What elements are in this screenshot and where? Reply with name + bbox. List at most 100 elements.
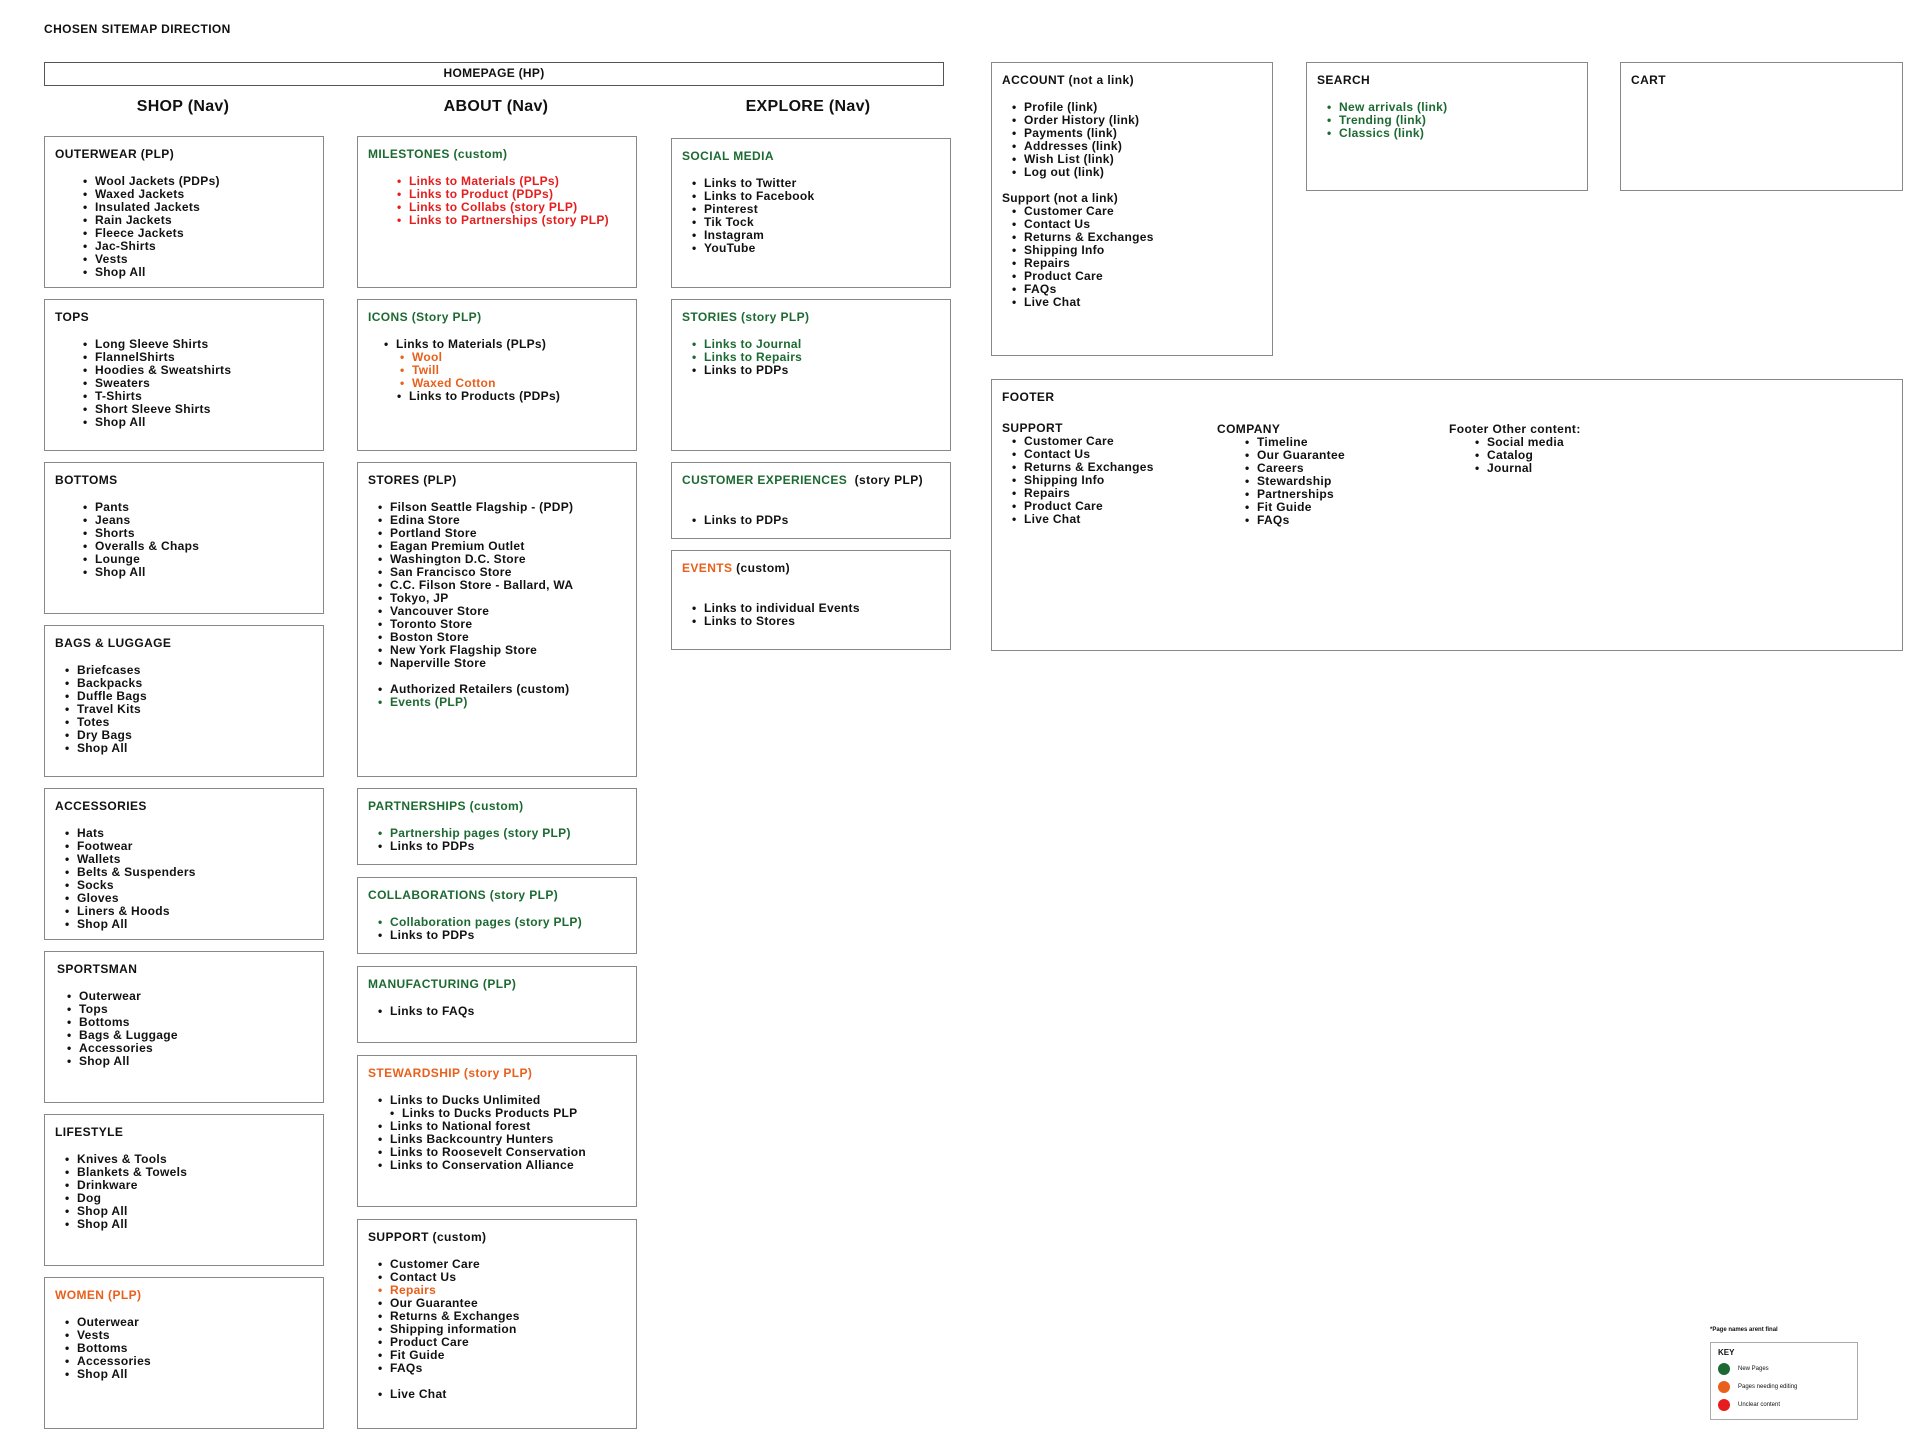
partnerships-item-pdps: Links to PDPs [376, 840, 626, 854]
collaborations-title: COLLABORATIONS (story PLP) [368, 888, 559, 902]
lifestyle-item: Shop All [63, 1218, 313, 1232]
key-label-new-pages: New Pages [1738, 1366, 1769, 1372]
outerwear-title: OUTERWEAR (PLP) [55, 147, 175, 161]
sportsman-title: SPORTSMAN [57, 962, 138, 976]
stories-list: Links to Journal Links to Repairs Links … [690, 338, 940, 378]
stores-list: Filson Seattle Flagship - (PDP)Edina Sto… [376, 501, 626, 671]
outerwear-list: Wool Jackets (PDPs)Waxed JacketsInsulate… [81, 175, 313, 280]
account-support-list: Customer CareContact UsReturns & Exchang… [1010, 205, 1262, 310]
support-item-live-chat: Live Chat [376, 1388, 626, 1402]
milestones-box: MILESTONES (custom) Links to Materials (… [357, 136, 637, 288]
account-support-item: Live Chat [1010, 296, 1262, 310]
search-list: New arrivals (link)Trending (link)Classi… [1325, 101, 1577, 141]
sportsman-item: Shop All [65, 1055, 313, 1069]
tops-title: TOPS [55, 310, 90, 324]
bottoms-box: BOTTOMS PantsJeansShortsOveralls & Chaps… [44, 462, 324, 614]
red-dot-icon [1718, 1399, 1730, 1411]
cart-box: CART [1620, 62, 1903, 191]
sportsman-list: OuterwearTopsBottomsBags & LuggageAccess… [65, 990, 313, 1069]
key-label-unclear: Unclear content [1738, 1402, 1781, 1408]
lifestyle-title: LIFESTYLE [55, 1125, 124, 1139]
bags-title: BAGS & LUGGAGE [55, 636, 172, 650]
events-title-main: EVENTS [682, 561, 733, 575]
support-title: SUPPORT (custom) [368, 1230, 487, 1244]
bottoms-list: PantsJeansShortsOveralls & ChapsLoungeSh… [81, 501, 313, 580]
accessories-box: ACCESSORIES HatsFootwearWalletsBelts & S… [44, 788, 324, 940]
footer-other-item: Journal [1473, 462, 1581, 476]
account-list: Profile (link)Order History (link)Paymen… [1010, 101, 1262, 180]
milestones-title: MILESTONES (custom) [368, 147, 508, 161]
stories-box: STORIES (story PLP) Links to Journal Lin… [671, 299, 951, 451]
events-title-suffix: (custom) [736, 561, 791, 575]
stories-title: STORIES (story PLP) [682, 310, 810, 324]
customer-experiences-box: CUSTOMER EXPERIENCES (story PLP) Links t… [671, 462, 951, 539]
footer-support-section: SUPPORT Customer CareContact UsReturns &… [1002, 422, 1154, 527]
manufacturing-item-faqs: Links to FAQs [376, 1005, 626, 1019]
footer-support-list: Customer CareContact UsReturns & Exchang… [1010, 435, 1154, 527]
women-list: OuterwearVestsBottomsAccessoriesShop All [63, 1316, 313, 1382]
collaborations-list: Collaboration pages (story PLP) Links to… [376, 916, 626, 943]
customer-experiences-title-suffix: (story PLP) [854, 473, 924, 487]
orange-dot-icon [1718, 1381, 1730, 1393]
support-list: Customer Care Contact Us Repairs [376, 1258, 626, 1298]
cart-title: CART [1631, 73, 1666, 87]
footer-company-section: COMPANY TimelineOur GuaranteeCareersStew… [1217, 423, 1345, 528]
page-names-note: *Page names arent final [1710, 1327, 1778, 1333]
key-row-new-pages: New Pages [1718, 1360, 1850, 1378]
key-row-unclear: Unclear content [1718, 1396, 1850, 1414]
bags-list: BriefcasesBackpacksDuffle BagsTravel Kit… [63, 664, 313, 756]
milestones-item: Links to Partnerships (story PLP) [395, 214, 626, 228]
social-item: YouTube [690, 242, 940, 256]
account-item: Log out (link) [1010, 166, 1262, 180]
social-title: SOCIAL MEDIA [682, 149, 774, 163]
bags-item: Shop All [63, 742, 313, 756]
customer-experiences-list: Links to PDPs [690, 514, 940, 528]
account-box: ACCOUNT (not a link) Profile (link)Order… [991, 62, 1273, 356]
key-label-needs-editing: Pages needing editing [1738, 1384, 1798, 1390]
manufacturing-list: Links to FAQs [376, 1005, 626, 1019]
bottoms-item: Shop All [81, 566, 313, 580]
stores-extra-list: Authorized Retailers (custom) Events (PL… [376, 683, 626, 710]
icons-title: ICONS (Story PLP) [368, 310, 482, 324]
outerwear-box: OUTERWEAR (PLP) Wool Jackets (PDPs)Waxed… [44, 136, 324, 288]
key-title: KEY [1718, 1348, 1735, 1357]
green-dot-icon [1718, 1363, 1730, 1375]
icons-list-2: Links to Products (PDPs) [395, 390, 626, 404]
tops-item: Shop All [81, 416, 313, 430]
search-item: Classics (link) [1325, 127, 1577, 141]
footer-support-item: Live Chat [1010, 513, 1154, 527]
footer-company-list: TimelineOur GuaranteeCareersStewardshipP… [1243, 436, 1345, 528]
social-list: Links to TwitterLinks to FacebookPintere… [690, 177, 940, 256]
accessories-list: HatsFootwearWalletsBelts & SuspendersSoc… [63, 827, 313, 932]
support-list-3: Live Chat [376, 1388, 626, 1402]
icons-materials-sublist: WoolTwillWaxed Cotton [398, 351, 626, 391]
stories-item-pdps: Links to PDPs [690, 364, 940, 378]
search-title: SEARCH [1317, 73, 1371, 87]
bags-box: BAGS & LUGGAGE BriefcasesBackpacksDuffle… [44, 625, 324, 777]
key-row-needs-editing: Pages needing editing [1718, 1378, 1850, 1396]
stores-box: STORES (PLP) Filson Seattle Flagship - (… [357, 462, 637, 777]
footer-other-section: Footer Other content: Social mediaCatalo… [1449, 423, 1581, 476]
accessories-item: Shop All [63, 918, 313, 932]
homepage-bar: HOMEPAGE (HP) [44, 62, 944, 86]
stewardship-title: STEWARDSHIP (story PLP) [368, 1066, 533, 1080]
bottoms-title: BOTTOMS [55, 473, 118, 487]
stewardship-item: Links to Conservation Alliance [376, 1159, 626, 1173]
customer-experiences-item-pdps: Links to PDPs [690, 514, 940, 528]
stores-item-events: Events (PLP) [376, 696, 626, 710]
manufacturing-title: MANUFACTURING (PLP) [368, 977, 517, 991]
social-box: SOCIAL MEDIA Links to TwitterLinks to Fa… [671, 138, 951, 288]
partnerships-title: PARTNERSHIPS (custom) [368, 799, 524, 813]
manufacturing-box: MANUFACTURING (PLP) Links to FAQs [357, 966, 637, 1043]
icons-box: ICONS (Story PLP) Links to Materials (PL… [357, 299, 637, 451]
search-box: SEARCH New arrivals (link)Trending (link… [1306, 62, 1588, 191]
support-box: SUPPORT (custom) Customer Care Contact U… [357, 1219, 637, 1429]
page-title: CHOSEN SITEMAP DIRECTION [44, 22, 231, 36]
stewardship-box: STEWARDSHIP (story PLP) Links to Ducks U… [357, 1055, 637, 1207]
tops-list: Long Sleeve ShirtsFlannelShirtsHoodies &… [81, 338, 313, 430]
milestones-list: Links to Materials (PLPs)Links to Produc… [395, 175, 626, 228]
lifestyle-box: LIFESTYLE Knives & ToolsBlankets & Towel… [44, 1114, 324, 1266]
stores-title: STORES (PLP) [368, 473, 457, 487]
events-title: EVENTS (custom) [682, 562, 940, 575]
footer-company-item: FAQs [1243, 514, 1345, 528]
